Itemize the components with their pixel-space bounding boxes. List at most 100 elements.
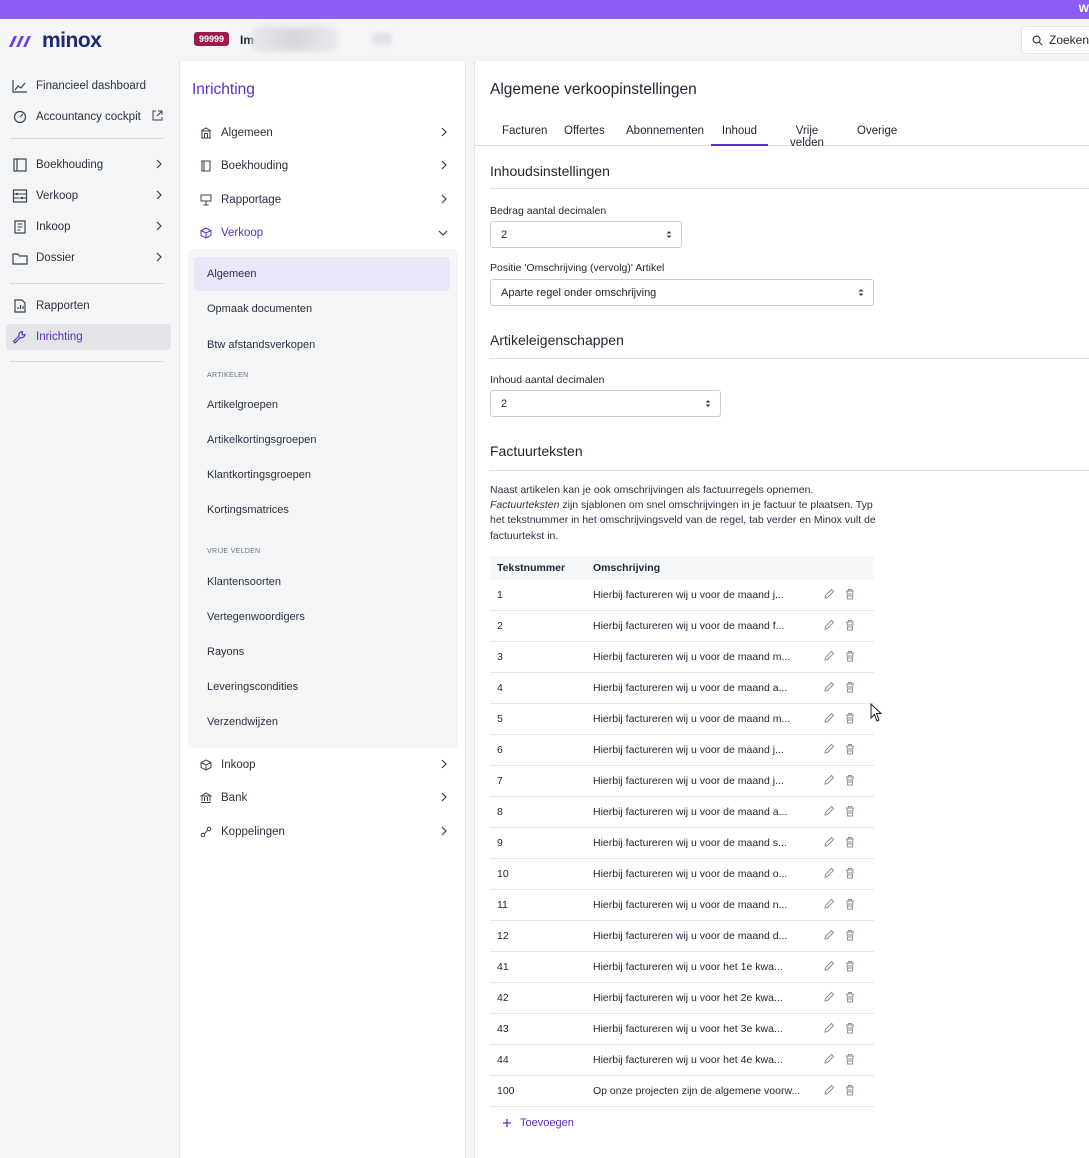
- edit-icon[interactable]: [823, 836, 835, 848]
- cell-omschrijving: Hierbij factureren wij u voor de maand a…: [593, 806, 788, 818]
- edit-icon[interactable]: [823, 588, 835, 600]
- submenu-item-label: Boekhouding: [221, 160, 289, 172]
- edit-icon[interactable]: [823, 681, 835, 693]
- verkoop-item-btw-afstandsverkopen[interactable]: Btw afstandsverkopen: [194, 328, 450, 362]
- trash-icon[interactable]: [844, 991, 856, 1003]
- tab-offertes[interactable]: Offertes: [564, 125, 605, 146]
- table-row[interactable]: 2 Hierbij factureren wij u voor de maand …: [490, 611, 874, 642]
- edit-icon[interactable]: [823, 1053, 835, 1065]
- edit-icon[interactable]: [823, 650, 835, 662]
- trash-icon[interactable]: [844, 929, 856, 941]
- sidebar-divider: [10, 138, 163, 139]
- table-row[interactable]: 8 Hierbij factureren wij u voor de maand …: [490, 797, 874, 828]
- sidebar-item-inrichting[interactable]: Inrichting: [6, 324, 171, 350]
- trash-icon[interactable]: [844, 1053, 856, 1065]
- trash-icon[interactable]: [844, 960, 856, 972]
- table-row[interactable]: 7 Hierbij factureren wij u voor de maand …: [490, 766, 874, 797]
- trash-icon[interactable]: [844, 712, 856, 724]
- table-row[interactable]: 11 Hierbij factureren wij u voor de maand…: [490, 890, 874, 921]
- table-row[interactable]: 42 Hierbij factureren wij u voor het 2e k…: [490, 983, 874, 1014]
- trash-icon[interactable]: [844, 774, 856, 786]
- verkoop-item-klantensoorten[interactable]: Klantensoorten: [194, 565, 450, 599]
- table-row[interactable]: 12 Hierbij factureren wij u voor de maand…: [490, 921, 874, 952]
- verkoop-item-leveringscondities[interactable]: Leveringscondities: [194, 670, 450, 704]
- edit-icon[interactable]: [823, 1084, 835, 1096]
- trash-icon[interactable]: [844, 836, 856, 848]
- trash-icon[interactable]: [844, 1022, 856, 1034]
- table-row[interactable]: 100 Op onze projecten zijn de algemene vo…: [490, 1076, 874, 1107]
- edit-icon[interactable]: [823, 619, 835, 631]
- submenu-item-verkoop[interactable]: Verkoop: [200, 222, 450, 244]
- tab-inhoud[interactable]: Inhoud: [711, 125, 768, 146]
- verkoop-item-algemeen[interactable]: Algemeen: [194, 257, 450, 291]
- inhoud-decimalen-select[interactable]: 2: [490, 390, 721, 417]
- submenu-item-rapportage[interactable]: Rapportage: [200, 189, 450, 211]
- table-row[interactable]: 9 Hierbij factureren wij u voor de maand …: [490, 828, 874, 859]
- sidebar-item-boekhouding[interactable]: Boekhouding: [6, 152, 171, 178]
- tab-vrije-velden[interactable]: Vrije velden: [779, 125, 835, 149]
- tab-overige[interactable]: Overige: [857, 125, 897, 146]
- table-row[interactable]: 44 Hierbij factureren wij u voor het 4e k…: [490, 1045, 874, 1076]
- sidebar-item-inkoop[interactable]: Inkoop: [6, 214, 171, 240]
- sidebar-item-financieel-dashboard[interactable]: Financieel dashboard: [6, 73, 171, 99]
- verkoop-item-artikelkortingsgroepen[interactable]: Artikelkortingsgroepen: [194, 423, 450, 457]
- edit-icon[interactable]: [823, 898, 835, 910]
- edit-icon[interactable]: [823, 991, 835, 1003]
- trash-icon[interactable]: [844, 1084, 856, 1096]
- trash-icon[interactable]: [844, 681, 856, 693]
- edit-icon[interactable]: [823, 929, 835, 941]
- banner-text[interactable]: W: [1079, 3, 1089, 15]
- trash-icon[interactable]: [844, 619, 856, 631]
- table-row[interactable]: 43 Hierbij factureren wij u voor het 3e k…: [490, 1014, 874, 1045]
- edit-icon[interactable]: [823, 960, 835, 972]
- edit-icon[interactable]: [823, 774, 835, 786]
- submenu-item-boekhouding[interactable]: Boekhouding: [200, 155, 450, 177]
- add-factuurtekst-button[interactable]: Toevoegen: [502, 1117, 574, 1129]
- trash-icon[interactable]: [844, 898, 856, 910]
- sidebar-item-dossier[interactable]: Dossier: [6, 245, 171, 271]
- sidebar-item-accountancy-cockpit[interactable]: Accountancy cockpit: [6, 104, 171, 130]
- edit-icon[interactable]: [823, 867, 835, 879]
- trash-icon[interactable]: [844, 650, 856, 662]
- bedrag-decimalen-select[interactable]: 2: [490, 221, 682, 248]
- edit-icon[interactable]: [823, 1022, 835, 1034]
- verkoop-item-artikelgroepen[interactable]: Artikelgroepen: [194, 388, 450, 422]
- edit-icon[interactable]: [823, 712, 835, 724]
- table-row[interactable]: 3 Hierbij factureren wij u voor de maand …: [490, 642, 874, 673]
- column-header-tekstnummer: Tekstnummer: [497, 562, 566, 574]
- verkoop-item-opmaak-documenten[interactable]: Opmaak documenten: [194, 292, 450, 326]
- table-row[interactable]: 1 Hierbij factureren wij u voor de maand …: [490, 580, 874, 611]
- cell-tekstnummer: 3: [497, 651, 503, 663]
- table-row[interactable]: 10 Hierbij factureren wij u voor de maand…: [490, 859, 874, 890]
- sidebar-item-rapporten[interactable]: Rapporten: [6, 293, 171, 319]
- table-row[interactable]: 5 Hierbij factureren wij u voor de maand …: [490, 704, 874, 735]
- submenu-item-koppelingen[interactable]: Koppelingen: [200, 821, 450, 843]
- verkoop-item-rayons[interactable]: Rayons: [194, 635, 450, 669]
- cell-omschrijving: Hierbij factureren wij u voor het 3e kwa…: [593, 1023, 783, 1035]
- sidebar-item-label: Dossier: [36, 252, 75, 264]
- table-row[interactable]: 4 Hierbij factureren wij u voor de maand …: [490, 673, 874, 704]
- sidebar-item-verkoop[interactable]: Verkoop: [6, 183, 171, 209]
- edit-icon[interactable]: [823, 743, 835, 755]
- table-row[interactable]: 41 Hierbij factureren wij u voor het 1e k…: [490, 952, 874, 983]
- cell-tekstnummer: 43: [497, 1023, 509, 1035]
- positie-omschrijving-select[interactable]: Aparte regel onder omschrijving: [490, 279, 874, 306]
- table-row[interactable]: 6 Hierbij factureren wij u voor de maand …: [490, 735, 874, 766]
- tab-abonnementen[interactable]: Abonnementen: [626, 125, 704, 146]
- verkoop-item-kortingsmatrices[interactable]: Kortingsmatrices: [194, 493, 450, 527]
- verkoop-item-klantkortingsgroepen[interactable]: Klantkortingsgroepen: [194, 458, 450, 492]
- submenu-item-inkoop[interactable]: Inkoop: [200, 754, 450, 776]
- minox-logo[interactable]: minox: [8, 29, 102, 53]
- search-input[interactable]: Zoeken: [1021, 26, 1089, 54]
- trash-icon[interactable]: [844, 867, 856, 879]
- trash-icon[interactable]: [844, 743, 856, 755]
- trash-icon[interactable]: [844, 805, 856, 817]
- submenu-item-bank[interactable]: Bank: [200, 787, 450, 809]
- administration-badge[interactable]: 99999: [194, 32, 230, 46]
- edit-icon[interactable]: [823, 805, 835, 817]
- trash-icon[interactable]: [844, 588, 856, 600]
- tab-facturen[interactable]: Facturen: [502, 125, 547, 146]
- verkoop-item-verzendwijzen[interactable]: Verzendwijzen: [194, 705, 450, 739]
- verkoop-item-vertegenwoordigers[interactable]: Vertegenwoordigers: [194, 600, 450, 634]
- submenu-item-algemeen[interactable]: Algemeen: [200, 122, 450, 144]
